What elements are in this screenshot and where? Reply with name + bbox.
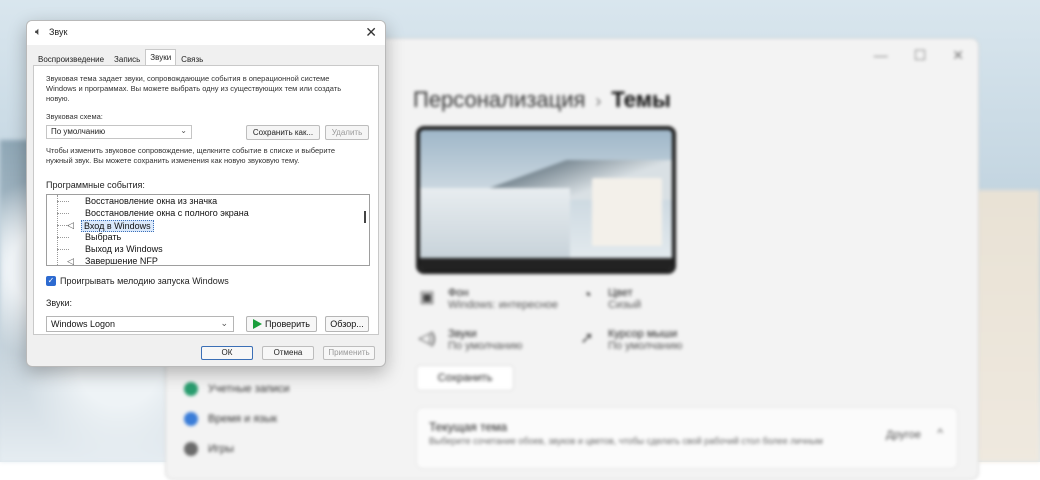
tile-title: Фон [448, 287, 469, 299]
dialog-title: Звук [49, 27, 68, 37]
tile-sounds[interactable]: ◁) Звуки По умолчанию [416, 328, 522, 352]
tile-value: По умолчанию [448, 340, 523, 352]
tile-title: Звуки [448, 328, 477, 340]
scheme-label: Звуковая схема: [46, 112, 103, 121]
ok-button[interactable]: ОК [201, 346, 253, 360]
breadcrumb-parent[interactable]: Персонализация [413, 87, 585, 112]
accounts-icon [184, 382, 198, 396]
maximize-icon[interactable]: ☐ [914, 47, 927, 64]
tile-title: Цвет [608, 287, 633, 299]
save-theme-button[interactable]: Сохранить [416, 365, 514, 391]
sidebar-item-gaming[interactable]: Игры [184, 442, 234, 456]
page-title: Темы [611, 87, 671, 112]
chevron-down-icon: ⌄ [220, 318, 228, 328]
current-theme-value: Другое [886, 429, 921, 441]
sidebar-item-label: Время и язык [208, 413, 278, 425]
tree-branch [57, 237, 69, 238]
speaker-icon: ◁ [67, 256, 74, 266]
sidebar-item-accounts[interactable]: Учетные записи [184, 382, 290, 396]
tree-line [57, 195, 59, 265]
list-item[interactable]: Выбрать [85, 232, 121, 242]
events-label: Программные события: [46, 180, 145, 190]
sounds-label: Звуки: [46, 298, 72, 308]
speaker-icon: ◁ [67, 220, 74, 230]
intro-text: Звуковая тема задает звуки, сопровождающ… [46, 74, 342, 103]
test-button-label: Проверить [264, 319, 310, 329]
sound-value: Windows Logon [51, 319, 116, 329]
image-icon: ▣ [419, 289, 435, 306]
tile-background[interactable]: ▣ Фон Windows: интересное [416, 287, 558, 311]
sound-dialog: 🔈︎ Звук ✕ Воспроизведение Запись Звуки С… [26, 20, 386, 367]
tree-branch [57, 213, 69, 214]
play-icon [252, 319, 262, 329]
sidebar-item-time-language[interactable]: Время и язык [184, 412, 277, 426]
delete-button[interactable]: Удалить [325, 125, 369, 140]
chevron-up-icon[interactable]: ^ [937, 426, 943, 440]
current-theme-subtitle: Выберите сочетание обоев, звуков и цвето… [429, 436, 823, 446]
tile-title: Курсор мыши [608, 328, 678, 340]
tree-branch [57, 201, 69, 202]
browse-button[interactable]: Обзор... [325, 316, 369, 332]
list-item[interactable]: Выход из Windows [85, 244, 163, 254]
events-list[interactable]: Восстановление окна из значка Восстановл… [46, 194, 370, 266]
tile-value: Windows: интересное [448, 299, 559, 311]
list-item-selected[interactable]: Вход в Windows [81, 220, 154, 232]
sidebar-item-label: Учетные записи [208, 383, 290, 395]
tab-sounds[interactable]: Звуки [145, 49, 177, 66]
checkmark-icon[interactable]: ✓ [46, 276, 56, 286]
close-icon[interactable]: ✕ [952, 47, 964, 64]
scheme-value: По умолчанию [51, 127, 106, 136]
dialog-titlebar: 🔈︎ Звук ✕ [27, 21, 385, 45]
preview-window [592, 178, 662, 246]
save-as-button[interactable]: Сохранить как... [246, 125, 320, 140]
palette-icon: ◔ [582, 287, 592, 304]
speaker-icon: 🔈︎ [35, 26, 42, 38]
window-controls: — ☐ ✕ [874, 47, 964, 64]
speaker-icon: ◁) [418, 330, 436, 347]
tile-value: По умолчанию [608, 340, 683, 352]
list-item[interactable]: Завершение NFP [85, 256, 158, 265]
cancel-button[interactable]: Отмена [262, 346, 314, 360]
scrollbar-thumb[interactable] [364, 211, 366, 223]
sounds-panel: Звуковая тема задает звуки, сопровождающ… [33, 65, 379, 335]
tile-cursor[interactable]: ➚ Курсор мыши По умолчанию [576, 328, 682, 352]
minimize-icon[interactable]: — [874, 47, 888, 64]
preview-trees [420, 188, 570, 258]
startup-sound-checkbox[interactable]: ✓ Проигрывать мелодию запуска Windows [46, 276, 229, 286]
tile-color[interactable]: ◔ Цвет Сизый [576, 287, 641, 311]
sidebar-item-label: Игры [208, 443, 234, 455]
sound-select[interactable]: Windows Logon ⌄ [46, 316, 234, 332]
preview-taskbar [420, 258, 672, 270]
list-item[interactable]: Восстановление окна из значка [85, 196, 217, 206]
breadcrumb-separator: › [595, 91, 602, 111]
checkbox-label: Проигрывать мелодию запуска Windows [60, 276, 229, 286]
list-item[interactable]: Восстановление окна с полного экрана [85, 208, 249, 218]
breadcrumb: Персонализация › Темы [413, 87, 671, 113]
apply-button[interactable]: Применить [323, 346, 375, 360]
current-theme-title: Текущая тема [429, 420, 508, 434]
tree-branch [57, 249, 69, 250]
theme-preview [416, 126, 676, 274]
current-theme-panel[interactable]: Текущая тема Выберите сочетание обоев, з… [416, 407, 958, 469]
gamepad-icon [184, 442, 198, 456]
close-icon[interactable]: ✕ [365, 24, 377, 41]
globe-icon [184, 412, 198, 426]
scheme-select[interactable]: По умолчанию ⌄ [46, 125, 192, 139]
tile-value: Сизый [608, 299, 642, 311]
hint-text: Чтобы изменить звуковое сопровождение, щ… [46, 146, 336, 165]
test-button[interactable]: Проверить [246, 316, 317, 332]
chevron-down-icon: ⌄ [180, 126, 187, 135]
cursor-icon: ➚ [580, 330, 594, 347]
